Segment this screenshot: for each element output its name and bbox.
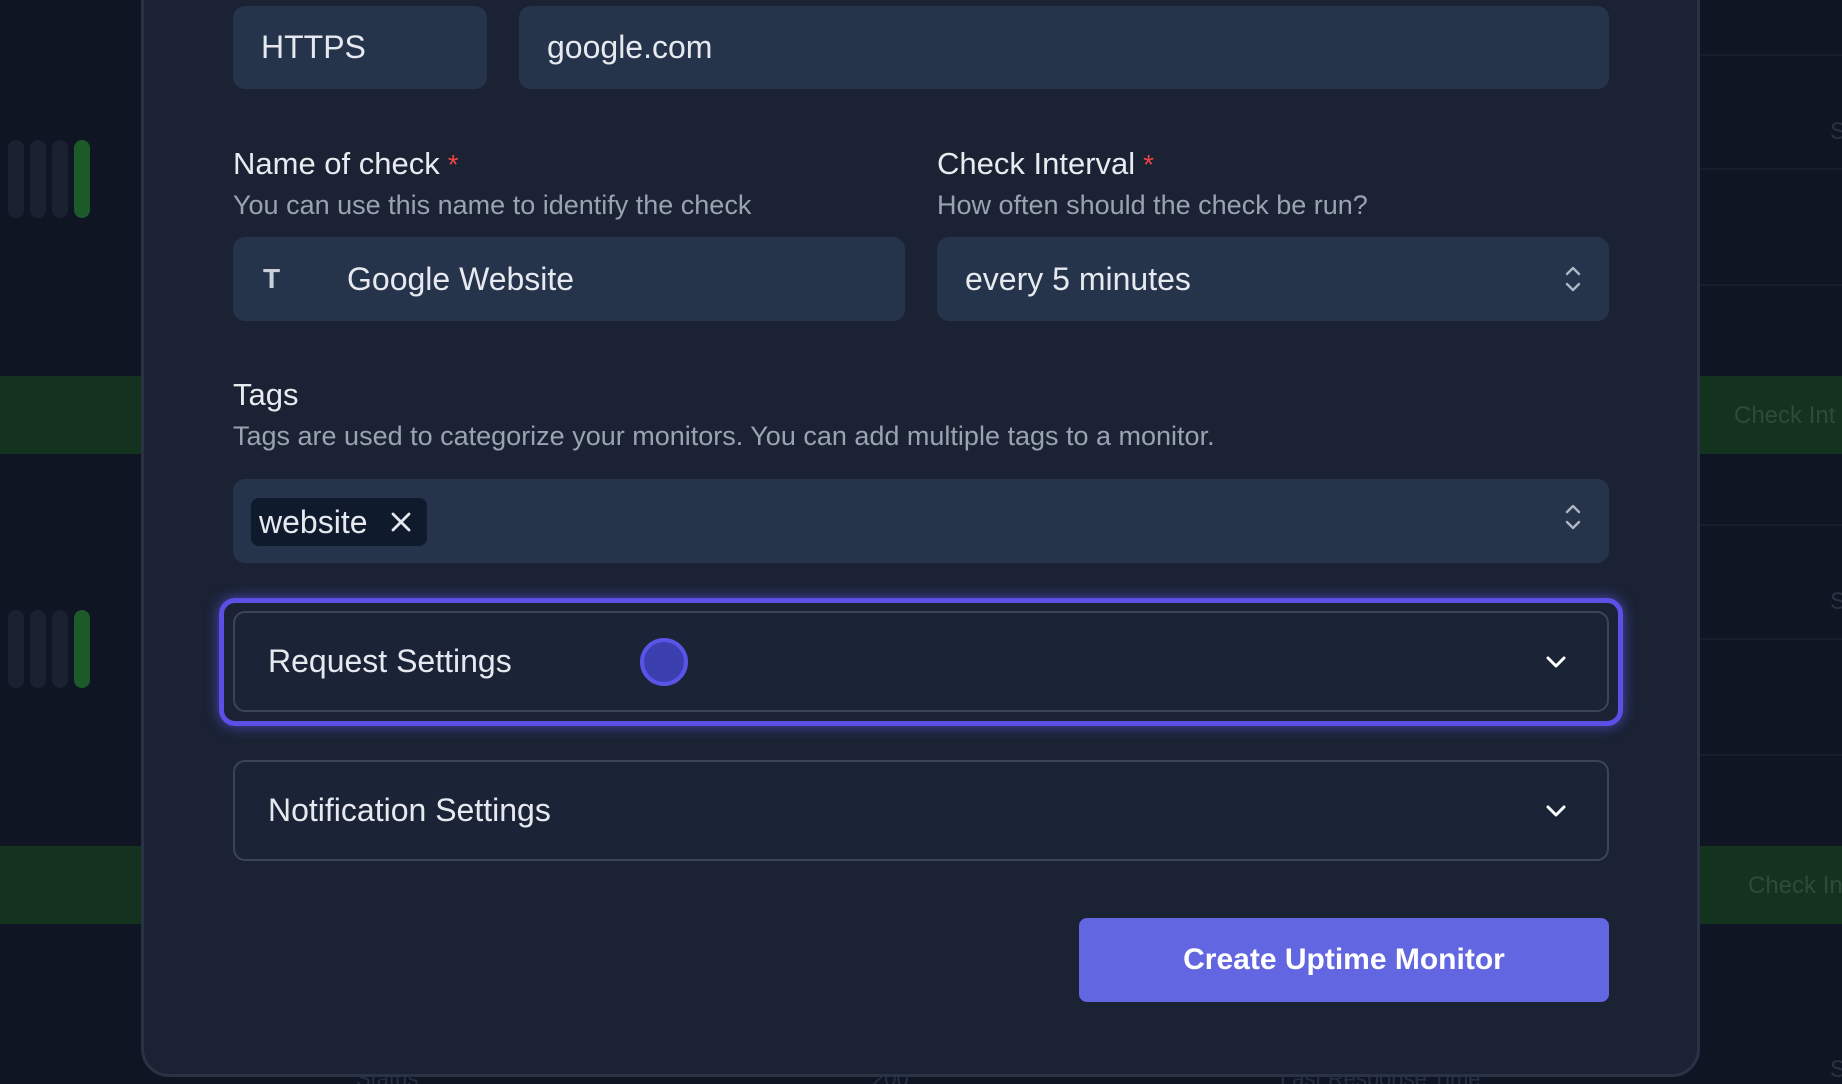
required-mark: *	[447, 149, 459, 180]
name-of-check-label: Name of check *	[233, 146, 459, 181]
protocol-value: HTTPS	[261, 29, 366, 65]
background-text: S	[1829, 588, 1842, 615]
tag-label: website	[259, 503, 368, 540]
url-value: google.com	[547, 29, 713, 65]
background-text: S	[1829, 118, 1842, 145]
uptime-bars	[8, 610, 90, 688]
chevron-down-icon	[1546, 656, 1566, 667]
name-of-check-input[interactable]: T Google Website	[233, 237, 905, 321]
tags-multiselect[interactable]	[233, 479, 1609, 563]
chevron-up-down-icon	[1565, 504, 1581, 530]
tag-chip: website	[251, 498, 427, 546]
url-input[interactable]: google.com	[519, 6, 1609, 89]
chevron-down-icon	[1546, 805, 1566, 816]
create-uptime-monitor-button[interactable]: Create Uptime Monitor	[1079, 918, 1609, 1002]
chevron-up-down-icon	[1565, 266, 1581, 292]
close-icon[interactable]	[390, 511, 412, 533]
check-interval-help: How often should the check be run?	[937, 190, 1368, 220]
request-settings-accordion[interactable]: Request Settings	[233, 611, 1609, 712]
check-interval-label: Check Interval *	[937, 146, 1155, 181]
click-cursor-indicator	[640, 638, 688, 686]
screen: S Check Int S Check In S Status 200 Last…	[0, 0, 1842, 1084]
check-interval-select[interactable]: every 5 minutes	[937, 237, 1609, 321]
tags-label: Tags	[233, 377, 299, 412]
check-interval-value: every 5 minutes	[965, 260, 1191, 297]
required-mark: *	[1143, 149, 1155, 180]
background-text: Check Int	[1734, 402, 1836, 429]
background-text: Check In	[1748, 872, 1842, 899]
notification-settings-accordion[interactable]: Notification Settings	[233, 760, 1609, 861]
protocol-select[interactable]: HTTPS	[233, 6, 693, 89]
name-of-check-value: Google Website	[347, 260, 575, 297]
tags-help: Tags are used to categorize your monitor…	[233, 421, 1215, 451]
request-settings-label: Request Settings	[268, 643, 512, 679]
uptime-bars	[8, 140, 90, 218]
text-type-icon: T	[263, 263, 281, 294]
notification-settings-label: Notification Settings	[268, 792, 551, 828]
background-text: S	[1829, 1056, 1842, 1083]
name-of-check-help: You can use this name to identify the ch…	[233, 190, 752, 220]
